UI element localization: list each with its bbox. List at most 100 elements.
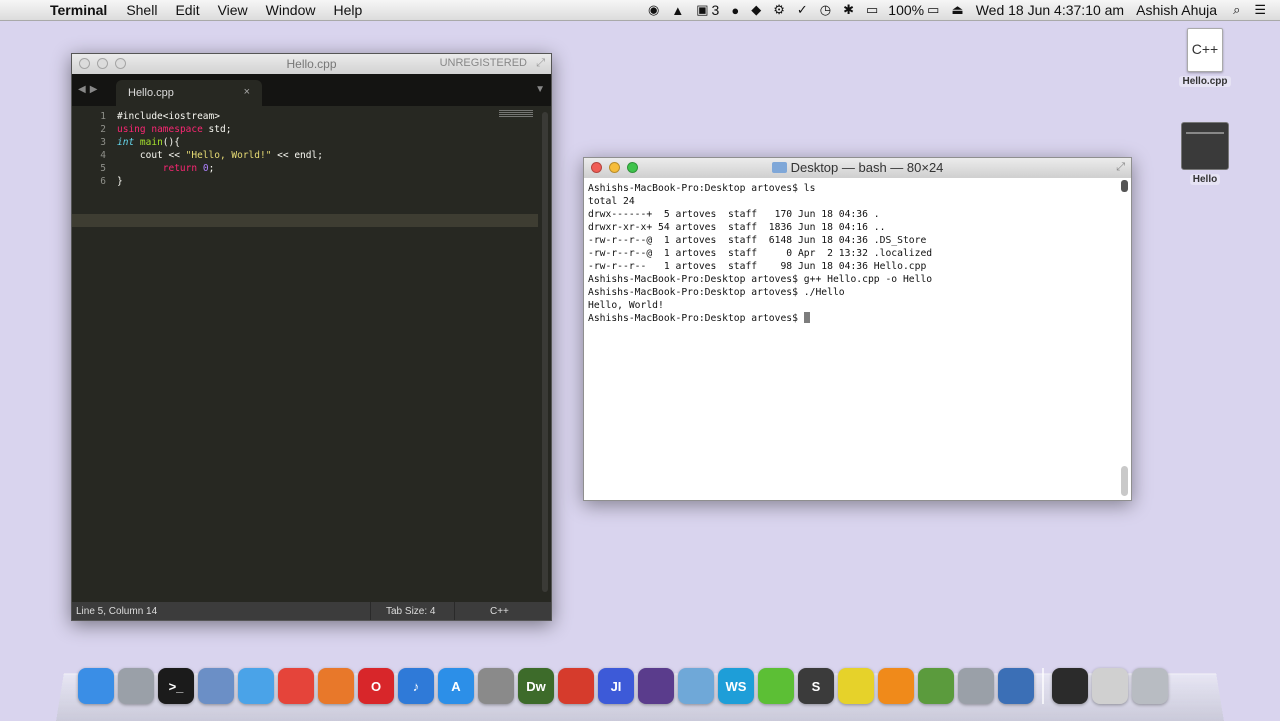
terminal-output[interactable]: Ashishs-MacBook-Pro:Desktop artoves$ ls t… <box>588 182 932 325</box>
dock-magnifier-icon[interactable] <box>998 668 1034 704</box>
terminal-prompt-line[interactable]: Ashishs-MacBook-Pro:Desktop artoves$ <box>588 312 932 325</box>
syntax-selector[interactable]: C++ <box>490 606 509 617</box>
shield-icon[interactable]: ● <box>731 3 739 18</box>
minimap[interactable] <box>499 110 533 120</box>
dock-webstorm-icon[interactable]: WS <box>718 668 754 704</box>
code-text: cout << <box>117 150 186 161</box>
tab-menu-icon[interactable]: ▼ <box>535 84 545 95</box>
dock-preview-icon[interactable] <box>198 668 234 704</box>
tab-hello-cpp[interactable]: Hello.cpp × <box>116 80 262 106</box>
dock-safari-icon[interactable] <box>238 668 274 704</box>
tab-bar: ◀▶ Hello.cpp × ▼ <box>72 74 551 106</box>
terminal-line: -rw-r--r-- 1 artoves staff 98 Jun 18 04:… <box>588 261 927 272</box>
code-line: } <box>117 175 323 188</box>
dock-dreamweaver-icon[interactable]: Dw <box>518 668 554 704</box>
dock-opera-icon[interactable]: O <box>358 668 394 704</box>
fullscreen-icon[interactable]: ⤢ <box>1116 161 1125 174</box>
notification-center-icon[interactable]: ☰ <box>1254 2 1266 18</box>
line-number: 6 <box>100 176 106 187</box>
dock-firefox-icon[interactable] <box>318 668 354 704</box>
terminal-line: Ashishs-MacBook-Pro:Desktop artoves$ g++… <box>588 274 933 285</box>
gear-status-icon[interactable]: ⚙ <box>773 2 785 18</box>
time-machine-icon[interactable]: ◷ <box>820 2 831 18</box>
code-text: ; <box>208 163 215 174</box>
line-number-gutter: 1 2 3 4 5 6 <box>72 110 106 188</box>
fullscreen-icon[interactable]: ⤢ <box>536 57 545 70</box>
clock[interactable]: Wed 18 Jun 4:37:10 am <box>976 2 1124 18</box>
display-icon[interactable]: ▭ <box>866 2 878 18</box>
desktop-icon-hello-cpp[interactable]: C++ Hello.cpp <box>1176 28 1234 87</box>
indicator-count: 3 <box>711 2 720 18</box>
dock-android-sdk-icon[interactable] <box>918 668 954 704</box>
dock-chrome-icon[interactable] <box>278 668 314 704</box>
dock-finder-icon[interactable] <box>78 668 114 704</box>
dock-launchpad-icon[interactable] <box>118 668 154 704</box>
bluetooth-icon[interactable]: ✱ <box>843 2 854 18</box>
notification-bell-icon[interactable]: ▲ <box>671 3 684 18</box>
editor-scrollbar[interactable] <box>542 112 548 592</box>
dock-microsoft-office-icon[interactable] <box>558 668 594 704</box>
terminal-cursor <box>803 312 810 323</box>
status-area: ◉ ▲ ▣ 3 ● ◆ ⚙ ✓ ◷ ✱ ▭ 100% ▭ ⏏ Wed 18 Ju… <box>636 0 1280 20</box>
user-name[interactable]: Ashish Ahuja <box>1136 2 1217 18</box>
record-icon[interactable]: ◉ <box>648 2 659 18</box>
dock-eclipse-icon[interactable] <box>638 668 674 704</box>
code-line: int main(){ <box>117 136 323 149</box>
dock-actions-icon[interactable] <box>1092 668 1128 704</box>
terminal-titlebar[interactable]: Desktop — bash — 80×24 ⤢ <box>584 158 1131 178</box>
dock-intellij-icon[interactable]: JI <box>598 668 634 704</box>
dock-terminal-icon[interactable]: >_ <box>158 668 194 704</box>
tab-nav-arrows-icon[interactable]: ◀▶ <box>78 84 101 95</box>
indicator-icon[interactable]: ▣ <box>696 2 708 18</box>
search-icon[interactable]: ⌕ <box>1233 2 1240 18</box>
dock-trash-icon[interactable] <box>1132 668 1168 704</box>
menu-window[interactable]: Window <box>266 2 316 18</box>
menu-shell[interactable]: Shell <box>126 2 157 18</box>
terminal-scrollbar[interactable] <box>1121 180 1128 498</box>
menu-view[interactable]: View <box>218 2 248 18</box>
code-text: std; <box>202 124 232 135</box>
sublime-titlebar[interactable]: Hello.cpp UNREGISTERED ⤢ <box>72 54 551 74</box>
tab-label: Hello.cpp <box>128 87 174 99</box>
terminal-prompt: Ashishs-MacBook-Pro:Desktop artoves$ <box>588 313 804 324</box>
dock-evernote-leaf-icon[interactable] <box>758 668 794 704</box>
code-editor[interactable]: 123456 #include<iostream> using namespace… <box>72 106 551 602</box>
dock-separator <box>1042 668 1044 704</box>
source-code: #include<iostream> using namespace std; in… <box>117 110 323 188</box>
eject-icon[interactable]: ⏏ <box>951 2 963 18</box>
tab-size-selector[interactable]: Tab Size: 4 <box>386 606 435 617</box>
code-text: << endl; <box>271 150 323 161</box>
dock-vlc-icon[interactable] <box>878 668 914 704</box>
check-icon[interactable]: ✓ <box>797 2 808 18</box>
desktop-icon-hello-exec[interactable]: Hello <box>1176 122 1234 185</box>
menu-app-name[interactable]: Terminal <box>50 2 107 18</box>
terminal-line: Hello, World! <box>588 300 664 311</box>
dock-settings-icon[interactable] <box>958 668 994 704</box>
menu-bar: Terminal Shell Edit View Window Help ◉ ▲… <box>0 0 1280 21</box>
current-line-highlight <box>72 214 538 227</box>
dock-virtualbox-icon[interactable] <box>678 668 714 704</box>
app-status-icon[interactable]: ◆ <box>751 2 761 18</box>
code-text: } <box>117 176 123 187</box>
tab-close-icon[interactable]: × <box>244 86 250 98</box>
dock-itunes-icon[interactable]: ♪ <box>398 668 434 704</box>
desktop-icon-label: Hello.cpp <box>1179 76 1231 87</box>
code-keyword: return <box>162 163 198 174</box>
battery-icon[interactable]: ▭ <box>927 2 939 18</box>
dock-sublime-text-icon[interactable]: S <box>798 668 834 704</box>
folder-icon <box>771 162 787 173</box>
dock-system-utility-icon[interactable] <box>478 668 514 704</box>
menu-help[interactable]: Help <box>333 2 362 18</box>
dock-notes-yellow-icon[interactable] <box>838 668 874 704</box>
menu-edit[interactable]: Edit <box>175 2 199 18</box>
terminal-line: -rw-r--r--@ 1 artoves staff 0 Apr 2 13:3… <box>588 248 933 259</box>
line-number: 3 <box>100 137 106 148</box>
cpp-file-icon: C++ <box>1187 28 1223 72</box>
dock-folder-icon[interactable] <box>1052 668 1088 704</box>
code-line: cout << "Hello, World!" << endl; <box>117 149 323 162</box>
battery-level[interactable]: 100% <box>888 2 924 18</box>
terminal-scroll-thumb[interactable] <box>1121 466 1128 496</box>
sublime-window: Hello.cpp UNREGISTERED ⤢ ◀▶ Hello.cpp × … <box>71 53 552 621</box>
code-function: main <box>139 137 163 148</box>
dock-app-store-icon[interactable]: A <box>438 668 474 704</box>
